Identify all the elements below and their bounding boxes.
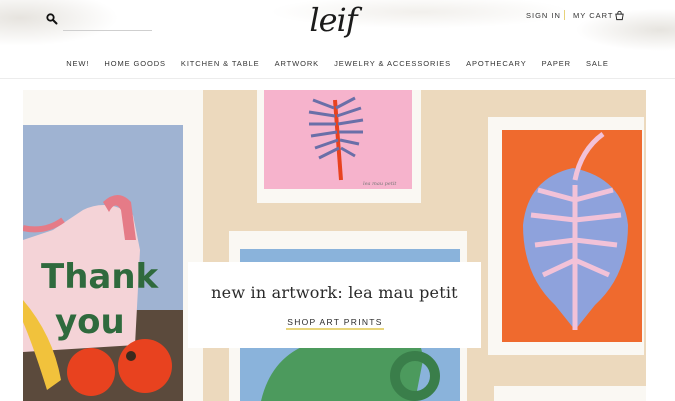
hero-banner[interactable]: Thank you lea mau petit (23, 90, 646, 401)
hero-artwork-image: Thank you lea mau petit (23, 90, 646, 401)
art-signature: lea mau petit (363, 181, 397, 187)
nav-item-paper[interactable]: PAPER (542, 57, 571, 73)
nav-divider (0, 78, 675, 79)
nav-item-artwork[interactable]: ARTWORK (275, 57, 320, 73)
sign-in-link[interactable]: SIGN IN (526, 11, 561, 20)
main-navigation: NEW! HOME GOODS KITCHEN & TABLE ARTWORK … (0, 57, 675, 73)
search-icon[interactable] (46, 13, 58, 25)
hero-title: new in artwork: lea mau petit (211, 283, 458, 302)
search-input[interactable] (63, 13, 152, 31)
utility-divider (564, 10, 565, 20)
cart-link[interactable]: MY CART (573, 11, 613, 20)
nav-item-kitchen-table[interactable]: KITCHEN & TABLE (181, 57, 260, 73)
hero-overlay-card: new in artwork: lea mau petit SHOP ART P… (188, 262, 481, 348)
shopping-bag-icon[interactable] (614, 10, 625, 21)
art-text-you: you (55, 302, 125, 342)
nav-item-jewelry-accessories[interactable]: JEWELRY & ACCESSORIES (334, 57, 451, 73)
nav-item-sale[interactable]: SALE (586, 57, 609, 73)
nav-item-apothecary[interactable]: APOTHECARY (466, 57, 527, 73)
shop-art-prints-button[interactable]: SHOP ART PRINTS (286, 317, 384, 330)
logo[interactable]: leif (292, 0, 374, 44)
art-text-thank: Thank (41, 257, 160, 297)
nav-item-new[interactable]: NEW! (66, 57, 89, 73)
nav-item-home-goods[interactable]: HOME GOODS (104, 57, 166, 73)
